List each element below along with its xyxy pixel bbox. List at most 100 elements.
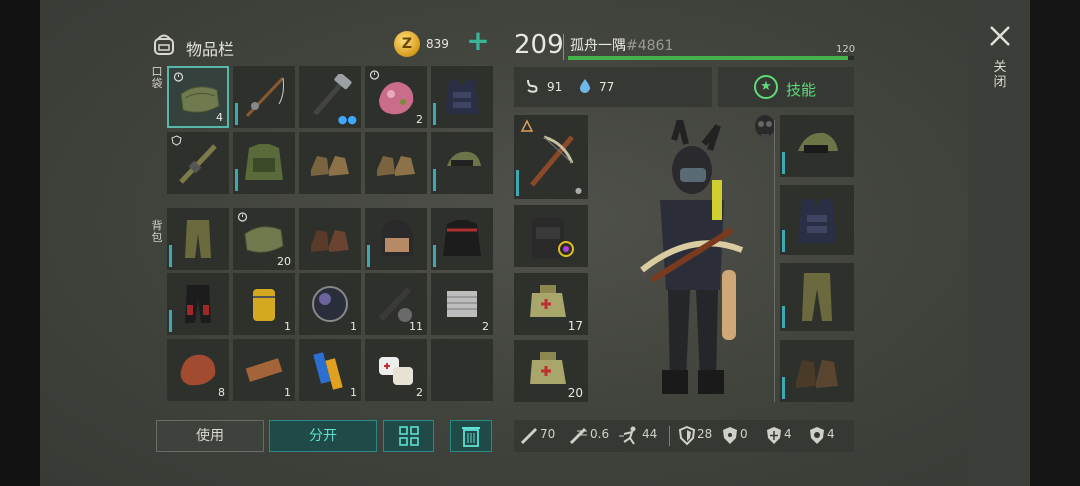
quick-slot-1[interactable]: 17	[514, 273, 588, 335]
pocket-slot-9[interactable]	[365, 132, 427, 194]
backpack-slot[interactable]	[514, 205, 588, 267]
item-count: 8	[218, 386, 225, 399]
backpack-slot-1[interactable]	[167, 208, 229, 270]
item-count: 1	[350, 320, 357, 333]
backpack-slot-10[interactable]: 2	[431, 273, 493, 335]
pocket-slot-10[interactable]	[431, 132, 493, 194]
backpack-slot-5[interactable]	[431, 208, 493, 270]
player-level: 209	[514, 30, 564, 60]
backpack-slot-12[interactable]: 1	[233, 339, 295, 401]
backpack-icon	[532, 217, 574, 259]
head-slot[interactable]	[780, 115, 854, 177]
backpack-slot-11[interactable]: 8	[167, 339, 229, 401]
pocket-slot-3[interactable]: ●●	[299, 66, 361, 128]
speed-value: 44	[642, 427, 658, 441]
stomach-icon	[527, 79, 538, 93]
item-count: 1	[350, 386, 357, 399]
backpack-slot-15[interactable]	[431, 339, 493, 401]
body-slot[interactable]	[780, 185, 854, 255]
pocket-slot-6[interactable]	[167, 132, 229, 194]
backpack-slot-6[interactable]	[167, 273, 229, 335]
coin-icon: Z	[394, 31, 420, 57]
feet-slot[interactable]	[780, 340, 854, 402]
sort-button[interactable]	[383, 420, 434, 452]
attack-speed-icon	[569, 427, 587, 445]
close-label[interactable]: 关闭	[993, 60, 1007, 90]
divider	[563, 34, 564, 60]
attack-speed-value: 0.6	[590, 427, 610, 441]
backpack-slot-8[interactable]: 1	[299, 273, 361, 335]
thirst-value: 77	[599, 80, 615, 94]
pants-icon	[185, 220, 211, 258]
hp-bar-fill	[568, 56, 849, 60]
backpack-label: 背包	[151, 219, 163, 244]
quick-slot-2[interactable]: 20	[514, 340, 588, 402]
meat-icon	[180, 354, 216, 386]
pocket-slot-8[interactable]	[299, 132, 361, 194]
bandage-icon	[379, 357, 413, 385]
backpack-slot-3[interactable]	[299, 208, 361, 270]
backpack-slot-4[interactable]	[365, 208, 427, 270]
screen-edge	[1030, 0, 1080, 486]
damage-icon	[520, 427, 538, 445]
battery-icon	[313, 352, 343, 390]
cold-value: 4	[784, 427, 792, 441]
pocket-label: 口袋	[151, 65, 163, 90]
item-count: 1	[284, 386, 291, 399]
item-count: 4	[216, 111, 223, 124]
pocket-slot-4[interactable]: 2	[365, 66, 427, 128]
water-drop-icon	[579, 79, 591, 93]
pocket-slot-1[interactable]: 4	[167, 66, 229, 128]
close-icon[interactable]	[988, 24, 1012, 48]
cap-icon	[798, 132, 838, 153]
dot-indicator: ●	[575, 186, 582, 195]
weapon-slot[interactable]: ●	[514, 115, 588, 199]
split-button[interactable]: 分开	[269, 420, 377, 452]
pocket-slot-2[interactable]	[233, 66, 295, 128]
inventory-title: 物品栏	[186, 40, 235, 59]
hunger-value: 91	[547, 80, 563, 94]
player-tag: #4861	[626, 38, 674, 54]
grid-icon	[398, 426, 419, 446]
pants-icon	[802, 273, 832, 321]
add-coins-button[interactable]: +	[466, 27, 490, 55]
radiation-icon	[723, 427, 737, 444]
armor-icon	[678, 426, 696, 446]
skills-label: 技能	[786, 81, 817, 99]
backpack-slot-7[interactable]: 1	[233, 273, 295, 335]
backpack-slot-13[interactable]: 1	[299, 339, 361, 401]
backpack-slot-9[interactable]: 11	[365, 273, 427, 335]
crossbow-icon	[530, 135, 574, 187]
player-name-line: 孤舟一隅#4861	[570, 35, 673, 55]
radiation-value: 0	[740, 427, 748, 441]
rifle-icon	[179, 144, 217, 184]
medkit-icon	[530, 285, 566, 317]
backpack-slot-14[interactable]: 2	[365, 339, 427, 401]
equip-divider	[774, 120, 775, 402]
quality-dots: ●●	[337, 113, 357, 126]
cap-icon	[447, 151, 481, 166]
moto-jacket-icon	[443, 220, 481, 256]
plank-icon	[245, 358, 283, 382]
item-count: 20	[567, 386, 583, 400]
item-count: 17	[567, 319, 583, 333]
trash-icon	[462, 427, 480, 447]
backpack-slot-2[interactable]: 20	[233, 208, 295, 270]
pocket-slot-7[interactable]	[233, 132, 295, 194]
run-speed-icon	[619, 426, 636, 445]
cold-icon	[767, 427, 781, 444]
ore-icon	[379, 82, 414, 115]
item-count: 1	[284, 320, 291, 333]
legs-slot[interactable]	[780, 263, 854, 331]
engine-part-icon	[447, 291, 477, 317]
pocket-slot-5[interactable]	[431, 66, 493, 128]
use-button[interactable]: 使用	[156, 420, 264, 452]
boots-icon	[311, 156, 349, 176]
jacket-icon	[245, 144, 283, 180]
hp-value: 120	[836, 44, 856, 55]
star-icon: ★	[754, 75, 778, 99]
character-avatar	[640, 120, 744, 394]
item-count: 11	[409, 320, 423, 333]
trash-button[interactable]	[450, 420, 492, 452]
game-screen: 物品栏 Z 839 + 口袋 背包 4 ●● 2 20 1 1 11 2 8 1…	[0, 0, 1080, 486]
